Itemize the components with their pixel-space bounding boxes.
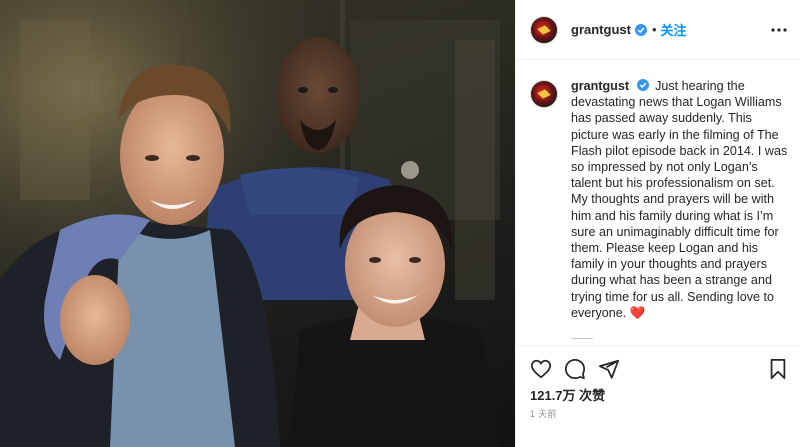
follow-button[interactable]: 关注 — [661, 20, 687, 39]
verified-badge-icon — [634, 23, 647, 36]
post-photo[interactable] — [0, 0, 515, 447]
verified-badge-icon — [636, 79, 649, 91]
separator-dot: • — [651, 22, 657, 37]
post-header: grantgust • 关注 — [516, 0, 800, 60]
post-timestamp[interactable]: 1 天前 — [530, 407, 557, 420]
comment-icon[interactable] — [564, 358, 586, 380]
more-options-icon[interactable] — [769, 20, 789, 40]
caption-avatar[interactable] — [530, 80, 558, 108]
caption-body: Just hearing the devastating news that L… — [571, 79, 788, 320]
share-icon[interactable] — [598, 358, 620, 380]
heart-icon[interactable] — [530, 358, 552, 380]
username[interactable]: grantgust — [571, 22, 631, 37]
photo-illustration — [0, 0, 515, 447]
view-replies-line[interactable] — [571, 338, 593, 339]
post-side-panel: grantgust • 关注 grantgust Just hearing th… — [515, 0, 800, 447]
caption-username[interactable]: grantgust — [571, 79, 629, 93]
caption-text: grantgust Just hearing the devastating n… — [571, 78, 791, 321]
bookmark-icon[interactable] — [767, 358, 789, 380]
like-count[interactable]: 121.7万 次赞 — [530, 385, 605, 404]
caption: grantgust Just hearing the devastating n… — [530, 78, 792, 321]
caption-heart-emoji: ❤️ — [629, 305, 646, 320]
avatar[interactable] — [530, 15, 558, 44]
